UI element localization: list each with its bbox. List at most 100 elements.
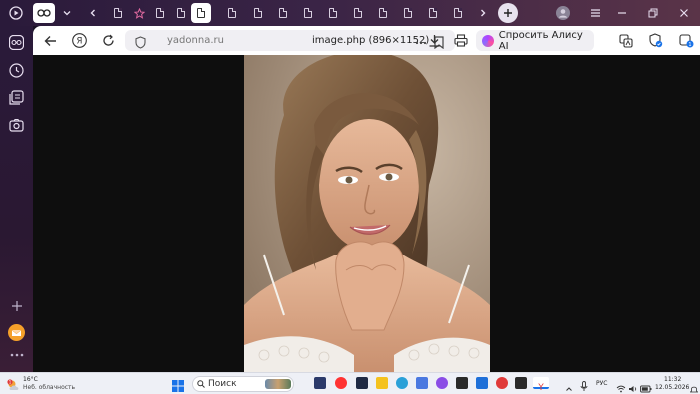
- back-arrow-icon[interactable]: [41, 31, 60, 50]
- url-domain: yadonna.ru: [167, 35, 224, 46]
- bookmark-star-icon: [133, 7, 145, 19]
- alice-icon: [482, 34, 494, 47]
- taskview-app-icon[interactable]: [314, 377, 326, 389]
- minimize-icon[interactable]: [612, 3, 632, 23]
- document-icon: [156, 8, 164, 18]
- new-tab-button[interactable]: [498, 3, 518, 23]
- document-icon: [228, 8, 236, 18]
- document-icon: [197, 8, 205, 18]
- address-bar[interactable]: yadonna.ru image.php (896×1152): [125, 30, 455, 51]
- portrait-illustration: [244, 55, 490, 372]
- tab[interactable]: [129, 3, 149, 23]
- windows-taskbar: 1 16°C Неб. облачность Поиск Y РУС 11:32…: [0, 372, 700, 394]
- connection-shield-icon[interactable]: [135, 34, 146, 53]
- volume-icon[interactable]: [628, 378, 638, 394]
- page-title: image.php (896×1152): [312, 35, 430, 46]
- document-icon: [379, 8, 387, 18]
- address-toolbar: Я yadonna.ru image.php (896×1152) Спроси…: [33, 26, 700, 55]
- svg-text:Я: Я: [77, 37, 83, 47]
- taskbar-search[interactable]: Поиск: [192, 376, 294, 392]
- clock-date[interactable]: 12.05.2026: [655, 384, 689, 391]
- svg-text:1: 1: [688, 42, 691, 48]
- tabs-scroll-left-icon[interactable]: [83, 3, 103, 23]
- close-icon[interactable]: [674, 3, 694, 23]
- messenger-app-icon[interactable]: [476, 377, 488, 389]
- security-app-icon[interactable]: [456, 377, 468, 389]
- document-icon: [329, 8, 337, 18]
- search-icon: [197, 380, 205, 388]
- page-viewport: [33, 55, 700, 372]
- microphone-icon[interactable]: [580, 377, 588, 394]
- store-app-icon[interactable]: [416, 377, 428, 389]
- battery-icon[interactable]: [640, 378, 652, 394]
- tab[interactable]: [298, 3, 318, 23]
- ask-alice-button[interactable]: Спросить Алису AI: [476, 29, 594, 52]
- portrait-image[interactable]: [244, 55, 490, 372]
- tab[interactable]: [150, 3, 170, 23]
- ask-alice-label: Спросить Алису AI: [498, 29, 583, 52]
- history-icon[interactable]: [8, 62, 25, 79]
- document-icon: [354, 8, 362, 18]
- weather-temperature: 16°C: [23, 376, 38, 383]
- clock-time[interactable]: 11:32: [664, 376, 681, 383]
- svg-text:Y: Y: [537, 383, 544, 392]
- sidebar-toggle-icon[interactable]: [6, 3, 26, 23]
- search-placeholder: Поиск: [208, 379, 237, 389]
- chevron-down-icon[interactable]: [57, 3, 77, 23]
- tab[interactable]: [398, 3, 418, 23]
- tabs-scroll-right-icon[interactable]: [473, 3, 493, 23]
- tab-groups-button[interactable]: [33, 3, 55, 23]
- restore-icon[interactable]: [643, 3, 663, 23]
- add-panel-icon[interactable]: [8, 297, 25, 314]
- translate-icon[interactable]: [616, 31, 635, 50]
- tab[interactable]: [108, 3, 128, 23]
- document-icon: [177, 8, 185, 18]
- tab[interactable]: [222, 3, 242, 23]
- tab-strip: [0, 0, 700, 26]
- print-icon[interactable]: [451, 31, 470, 50]
- tab-groups-icon[interactable]: [8, 34, 25, 51]
- opera-app-icon[interactable]: [496, 377, 508, 389]
- document-icon: [404, 8, 412, 18]
- keyboard-language[interactable]: РУС: [596, 380, 607, 387]
- wifi-icon[interactable]: [616, 378, 626, 394]
- tab[interactable]: [248, 3, 268, 23]
- collections-icon[interactable]: [8, 89, 25, 106]
- document-icon: [454, 8, 462, 18]
- protect-extension-icon[interactable]: [646, 31, 665, 50]
- file-explorer-icon[interactable]: [376, 377, 388, 389]
- weather-icon[interactable]: 1: [7, 377, 21, 394]
- search-highlight-icon: [265, 379, 291, 389]
- yandex-browser-taskbar-icon[interactable]: Y: [533, 377, 549, 393]
- browser-sidebar: [0, 26, 33, 372]
- svg-text:1: 1: [9, 380, 12, 385]
- tab[interactable]: [323, 3, 343, 23]
- screenshot-camera-icon[interactable]: [8, 117, 25, 134]
- weather-description: Неб. облачность: [23, 384, 76, 391]
- notifications-icon[interactable]: [689, 379, 699, 394]
- menu-icon[interactable]: [585, 3, 605, 23]
- yandex-logo-icon[interactable]: Я: [70, 31, 89, 50]
- document-icon: [254, 8, 262, 18]
- edge-browser-icon[interactable]: [396, 377, 408, 389]
- downloads-manager-icon[interactable]: 1: [677, 31, 696, 50]
- more-icon[interactable]: [8, 350, 25, 360]
- tab[interactable]: [448, 3, 468, 23]
- mail-app-icon[interactable]: [8, 324, 25, 341]
- tab[interactable]: [373, 3, 393, 23]
- alice-app-icon[interactable]: [436, 377, 448, 389]
- tray-chevron-icon[interactable]: [565, 378, 573, 394]
- document-icon: [279, 8, 287, 18]
- tab[interactable]: [171, 3, 191, 23]
- yandex-app-icon[interactable]: [335, 377, 347, 389]
- tab-active[interactable]: [191, 3, 211, 23]
- profile-avatar[interactable]: [553, 3, 573, 23]
- windows-start-icon[interactable]: [172, 377, 184, 394]
- tab[interactable]: [348, 3, 368, 23]
- camera-app-icon[interactable]: [515, 377, 527, 389]
- download-icon[interactable]: [425, 31, 444, 50]
- tab[interactable]: [273, 3, 293, 23]
- terminal-app-icon[interactable]: [356, 377, 368, 389]
- reload-icon[interactable]: [99, 31, 118, 50]
- tab[interactable]: [423, 3, 443, 23]
